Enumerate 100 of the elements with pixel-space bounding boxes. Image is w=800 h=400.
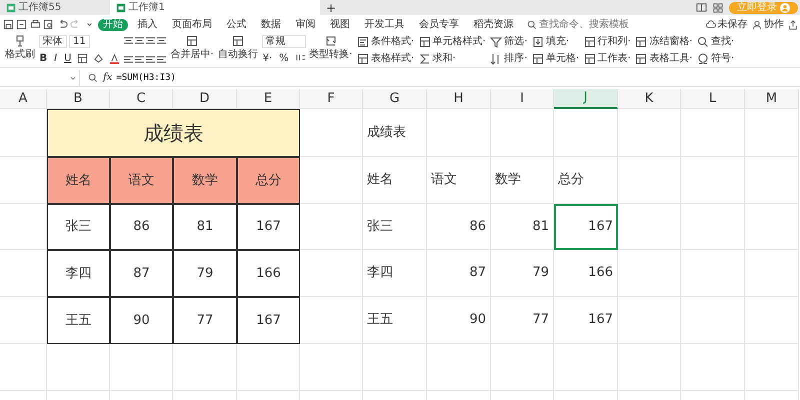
ribbon-button[interactable]: 行和列· xyxy=(582,35,632,48)
ribbon-button[interactable]: 条件格式· xyxy=(356,35,416,48)
font-field[interactable]: 宋体 xyxy=(38,35,66,48)
ribbon-button[interactable]: 筛选· xyxy=(489,35,528,48)
column-header[interactable]: H xyxy=(427,89,491,109)
ribbon-button[interactable]: 填充· xyxy=(530,35,580,48)
menu-tab[interactable]: 开发工具 xyxy=(360,18,410,30)
align-icon[interactable] xyxy=(122,35,134,46)
menu-tab[interactable]: 视图 xyxy=(325,18,355,30)
layout-icon[interactable] xyxy=(696,2,707,13)
new-tab-button[interactable]: + xyxy=(320,0,342,14)
ribbon-button[interactable]: 表格样式· xyxy=(356,52,416,65)
ribbon-button[interactable]: 单元格样式· xyxy=(418,35,487,48)
format-button[interactable]: B xyxy=(38,52,48,65)
empty-cell xyxy=(618,297,681,344)
search-field[interactable]: 查找命令、搜索模板 xyxy=(537,18,647,31)
window-tab[interactable]: 工作簿55 xyxy=(0,0,110,15)
empty-cell xyxy=(0,344,47,391)
function-label[interactable]: fx xyxy=(103,70,112,85)
text-cell: 李四 xyxy=(363,250,427,297)
column-header[interactable]: K xyxy=(618,89,681,109)
align-icon[interactable] xyxy=(156,35,167,46)
align-icon[interactable] xyxy=(144,54,156,65)
ribbon-button[interactable]: 自动换行 xyxy=(217,35,260,60)
format-button[interactable]: U xyxy=(63,52,72,65)
empty-cell xyxy=(300,344,363,391)
ribbon-button[interactable]: 查找· xyxy=(696,35,736,48)
text-cell: 王五 xyxy=(363,297,427,344)
font-color-icon[interactable] xyxy=(109,53,120,64)
currency-button[interactable]: ¥· xyxy=(262,52,274,65)
export-icon[interactable] xyxy=(16,19,27,30)
border-icon[interactable] xyxy=(77,53,88,64)
empty-cell xyxy=(745,344,799,391)
table-cell: 87 xyxy=(110,250,173,297)
number-format-field[interactable]: 常规 xyxy=(262,35,306,48)
empty-cell xyxy=(110,344,173,391)
text-cell: 总分 xyxy=(554,157,618,204)
status-link[interactable]: 未保存 xyxy=(704,18,748,31)
empty-cell xyxy=(745,250,799,297)
align-icon[interactable] xyxy=(134,35,145,46)
zoom-icon[interactable] xyxy=(88,72,98,82)
number-cell: 90 xyxy=(427,297,491,344)
ribbon-button[interactable]: 符号· xyxy=(696,52,736,65)
table-cell: 167 xyxy=(237,204,300,250)
menu-tab[interactable]: 稻壳资源 xyxy=(468,18,518,30)
empty-cell xyxy=(618,157,681,204)
format-button[interactable]: I xyxy=(53,52,58,65)
ribbon-button[interactable]: 表格工具· xyxy=(634,52,694,65)
percent-button[interactable]: % xyxy=(278,52,290,65)
menu-tab[interactable]: 审阅 xyxy=(290,18,320,30)
menu-tab[interactable]: 会员专享 xyxy=(414,18,464,30)
ribbon-button[interactable]: 排序· xyxy=(489,52,528,65)
empty-cell xyxy=(681,204,745,250)
ribbon-button[interactable]: 类型转换· xyxy=(308,35,354,60)
menu-tab[interactable]: 插入 xyxy=(132,18,162,30)
column-header[interactable]: E xyxy=(237,89,300,109)
column-header[interactable]: C xyxy=(110,89,173,109)
font-size-field[interactable]: 11 xyxy=(69,35,90,48)
empty-cell xyxy=(0,297,47,344)
brush-icon xyxy=(14,35,26,47)
empty-cell xyxy=(745,157,799,204)
empty-cell xyxy=(47,344,110,391)
column-header[interactable]: B xyxy=(47,89,110,109)
align-icon[interactable] xyxy=(134,54,145,65)
avatar-icon xyxy=(780,2,790,12)
fill-icon xyxy=(532,36,544,48)
menu-tab[interactable]: 公式 xyxy=(222,18,252,30)
ribbon-button[interactable]: 冻结窗格· xyxy=(634,35,694,48)
fill-color-icon[interactable] xyxy=(93,53,104,64)
header-cell: 姓名 xyxy=(47,157,110,204)
column-header[interactable]: L xyxy=(681,89,745,109)
decimal-icon[interactable] xyxy=(294,52,306,63)
menu-tab[interactable]: 页面布局 xyxy=(167,18,217,30)
empty-cell xyxy=(427,344,491,391)
column-header[interactable]: A xyxy=(0,89,47,109)
align-icon[interactable] xyxy=(122,54,134,65)
ribbon-button[interactable]: 格式刷 xyxy=(4,35,36,60)
save-icon[interactable] xyxy=(2,19,14,30)
column-header[interactable]: J xyxy=(554,89,618,109)
column-header[interactable]: I xyxy=(491,89,554,109)
share-icon[interactable] xyxy=(788,20,798,30)
column-header[interactable]: M xyxy=(745,89,799,109)
table-cell: 81 xyxy=(173,204,237,250)
print-icon[interactable] xyxy=(30,19,40,30)
table-icon xyxy=(186,35,198,47)
align-icon[interactable] xyxy=(144,35,156,46)
ribbon-button[interactable]: 工作表· xyxy=(582,52,632,65)
ribbon-button[interactable]: 合并居中· xyxy=(169,35,215,60)
cloud-icon xyxy=(706,20,716,30)
column-header[interactable]: G xyxy=(363,89,427,109)
apps-icon[interactable] xyxy=(713,2,723,12)
column-header[interactable]: D xyxy=(173,89,237,109)
column-header[interactable]: F xyxy=(300,89,363,109)
status-link[interactable]: 协作 xyxy=(751,18,785,31)
ribbon-button[interactable]: 求和· xyxy=(418,52,487,65)
menu-tab[interactable]: 数据 xyxy=(256,18,286,30)
preview-icon[interactable] xyxy=(43,19,54,30)
align-icon[interactable] xyxy=(156,54,167,65)
ribbon-button[interactable]: 单元格· xyxy=(530,52,580,65)
window-tab[interactable]: 工作簿1 xyxy=(110,0,320,15)
